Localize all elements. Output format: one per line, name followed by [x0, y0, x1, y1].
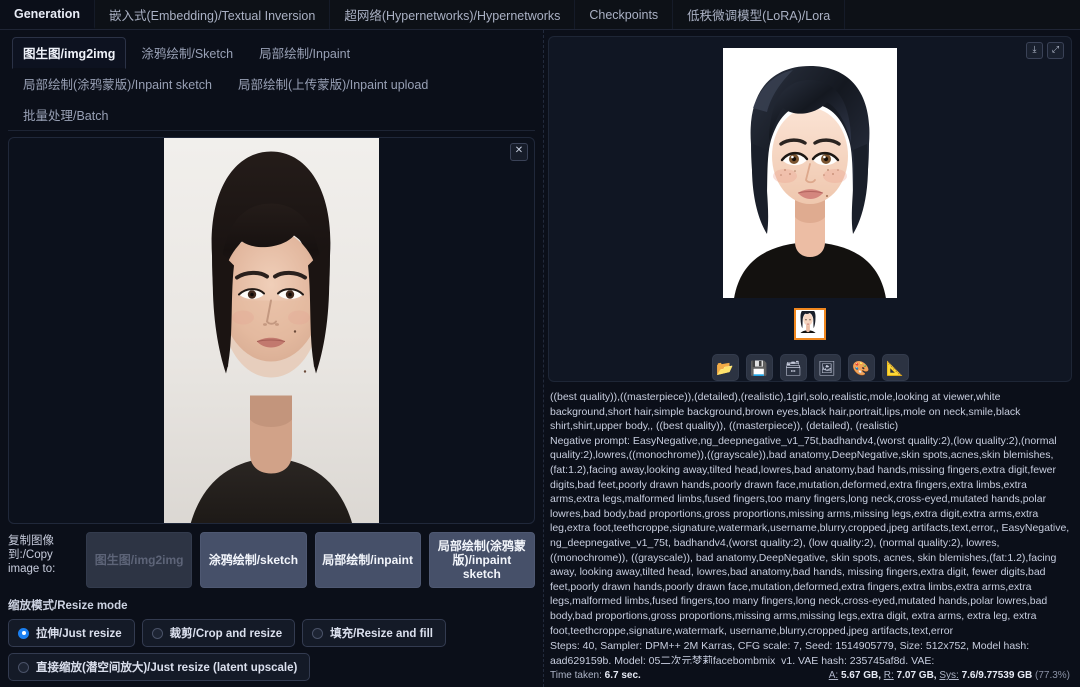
time-taken-label: Time taken:: [550, 670, 602, 681]
subtab-inpaint-upload[interactable]: 局部绘制(上传蒙版)/Inpaint upload: [227, 68, 439, 100]
source-image-dropzone[interactable]: ✕: [8, 137, 535, 524]
top-nav-tab-generation[interactable]: Generation: [0, 0, 95, 29]
close-icon[interactable]: ✕: [510, 143, 528, 161]
top-nav-tab-label: 超网络(Hypernetworks)/Hypernetworks: [344, 9, 561, 23]
folder-icon[interactable]: 📂: [711, 354, 739, 381]
copy-label-line-3: image to:: [8, 563, 56, 575]
generation-info: ((best quality)),((masterpiece)),(detail…: [548, 390, 1072, 664]
prompt-text: ((best quality)),((masterpiece)),(detail…: [550, 391, 1021, 433]
img2img-app: Generation 嵌入式(Embedding)/Textual Invers…: [0, 0, 1080, 687]
radio-dot-icon: [312, 627, 324, 639]
subtab-inpaint-sketch[interactable]: 局部绘制(涂鸦蒙版)/Inpaint sketch: [12, 68, 223, 100]
file-box-icon[interactable]: 🗃: [779, 354, 807, 381]
subtab-batch[interactable]: 批量处理/Batch: [12, 99, 119, 131]
copy-image-to-row: 复制图像 到:/Copy image to: 图生图/img2img 涂鸦绘制/…: [8, 532, 535, 588]
copy-button-cn: 图生图: [94, 553, 131, 567]
resize-option-label: 填充/Resize and fill: [330, 628, 434, 640]
generated-portrait-illustration: [723, 48, 897, 298]
palette-icon[interactable]: 🎨: [847, 354, 875, 381]
fullscreen-icon[interactable]: ⤢: [1047, 42, 1064, 59]
result-gallery: [794, 308, 826, 340]
resize-mode-options-row-2: 直接缩放(潜空间放大)/Just resize (latent upscale): [8, 653, 535, 681]
source-portrait-photo: [164, 138, 379, 523]
system-memory-stats: A: 5.67 GB, R: 7.07 GB, Sys: 7.6/9.77539…: [829, 670, 1070, 681]
stat-sys-percent: (77.3%): [1034, 670, 1070, 681]
right-column: ⤓ ⤢ 📂 💾 🗃 🖼 🎨 📐 ((best quality)),((maste…: [543, 30, 1080, 687]
result-panel: ⤓ ⤢ 📂 💾 🗃 🖼 🎨 📐: [548, 36, 1072, 382]
radio-dot-icon: [151, 627, 163, 639]
stat-a-value: 5.67 GB,: [840, 670, 881, 681]
framed-picture-icon[interactable]: 🖼: [813, 354, 841, 381]
stat-a-label: A:: [828, 670, 839, 681]
subtab-label: 涂鸦绘制/Sketch: [141, 47, 234, 61]
copy-button-cn: 涂鸦绘制: [208, 553, 257, 567]
stat-sys-label: Sys:: [939, 670, 959, 681]
resize-mode-options: 拉伸/Just resize 裁剪/Crop and resize 填充/Res…: [8, 619, 535, 647]
resize-option-label: 拉伸/Just resize: [36, 628, 122, 640]
main-split: 图生图/img2img 涂鸦绘制/Sketch 局部绘制/Inpaint 局部绘…: [0, 30, 1080, 687]
resize-option-crop-and-resize[interactable]: 裁剪/Crop and resize: [141, 619, 296, 647]
top-nav-tab-lora[interactable]: 低秩微调模型(LoRA)/Lora: [673, 0, 846, 29]
radio-dot-icon: [18, 661, 29, 673]
download-icon[interactable]: ⤓: [1026, 42, 1043, 59]
save-icon[interactable]: 💾: [745, 354, 773, 381]
resize-option-latent-upscale[interactable]: 直接缩放(潜空间放大)/Just resize (latent upscale): [8, 653, 311, 681]
top-nav-tab-hypernetworks[interactable]: 超网络(Hypernetworks)/Hypernetworks: [330, 0, 576, 29]
top-nav-tab-label: Generation: [14, 6, 80, 21]
time-taken-value: 6.7 sec.: [604, 670, 641, 681]
subtab-label: 图生图/img2img: [23, 47, 116, 61]
copy-button-en: /inpaint sketch: [462, 553, 512, 581]
resize-option-label: 裁剪/Crop and resize: [169, 628, 283, 640]
img2img-subtabs: 图生图/img2img 涂鸦绘制/Sketch 局部绘制/Inpaint 局部绘…: [8, 37, 535, 131]
copy-label-line-1: 复制图像: [8, 535, 54, 547]
subtab-label: 批量处理/Batch: [23, 109, 109, 123]
copy-button-en: /img2img: [130, 553, 184, 567]
subtab-label: 局部绘制/Inpaint: [259, 47, 351, 61]
copy-to-sketch-button[interactable]: 涂鸦绘制/sketch: [200, 532, 307, 588]
copy-to-inpaint-sketch-button[interactable]: 局部绘制(涂鸦蒙版)/inpaint sketch: [428, 532, 535, 588]
copy-to-inpaint-button[interactable]: 局部绘制/inpaint: [314, 532, 421, 588]
resize-mode-label: 缩放模式/Resize mode: [8, 600, 128, 612]
gallery-thumbnail-1[interactable]: [794, 308, 826, 340]
result-toolbar: ⤓ ⤢: [1026, 42, 1064, 59]
ruler-icon[interactable]: 📐: [881, 354, 909, 381]
copy-button-en: /inpaint: [370, 553, 413, 567]
stat-r-label: R:: [883, 670, 894, 681]
top-nav-tab-checkpoints[interactable]: Checkpoints: [575, 0, 674, 29]
radio-dot-icon: [18, 627, 29, 639]
resize-option-resize-and-fill[interactable]: 填充/Resize and fill: [302, 619, 447, 647]
copy-label-line-2: 到:/Copy: [8, 549, 53, 561]
stat-r-value: 7.07 GB,: [896, 670, 937, 681]
resize-mode-section: 缩放模式/Resize mode 拉伸/Just resize 裁剪/Crop …: [8, 597, 535, 687]
subtab-label: 局部绘制(涂鸦蒙版)/Inpaint sketch: [23, 78, 212, 92]
stat-sys-value: 7.6/9.77539 GB: [961, 670, 1033, 681]
source-image: [9, 138, 534, 523]
resize-option-just-resize[interactable]: 拉伸/Just resize: [8, 619, 135, 647]
top-nav: Generation 嵌入式(Embedding)/Textual Invers…: [0, 0, 1080, 30]
copy-to-img2img-button[interactable]: 图生图/img2img: [86, 532, 193, 588]
generation-parameters-text: Steps: 40, Sampler: DPM++ 2M Karras, CFG…: [550, 640, 1030, 664]
subtab-inpaint[interactable]: 局部绘制/Inpaint: [248, 37, 361, 69]
subtab-img2img[interactable]: 图生图/img2img: [12, 37, 127, 69]
status-footer: Time taken: 6.7 sec. A: 5.67 GB, R: 7.07…: [548, 664, 1072, 683]
copy-button-en: /sketch: [256, 553, 299, 567]
top-nav-tab-label: Checkpoints: [589, 7, 659, 22]
left-column: 图生图/img2img 涂鸦绘制/Sketch 局部绘制/Inpaint 局部绘…: [0, 30, 543, 687]
resize-option-label: 直接缩放(潜空间放大)/Just resize (latent upscale): [36, 662, 298, 674]
copy-image-to-label: 复制图像 到:/Copy image to:: [8, 532, 78, 588]
gallery-thumbnail-image: [797, 311, 819, 333]
subtab-sketch[interactable]: 涂鸦绘制/Sketch: [130, 37, 244, 69]
top-nav-tab-embedding[interactable]: 嵌入式(Embedding)/Textual Inversion: [95, 0, 331, 29]
top-nav-tab-label: 嵌入式(Embedding)/Textual Inversion: [109, 9, 316, 23]
top-nav-tab-label: 低秩微调模型(LoRA)/Lora: [687, 9, 831, 23]
generated-image[interactable]: [723, 48, 897, 298]
copy-button-cn: 局部绘制: [322, 553, 371, 567]
negative-prompt-text: Negative prompt: EasyNegative,ng_deepneg…: [550, 434, 1070, 637]
result-action-iconbar: 📂 💾 🗃 🖼 🎨 📐: [711, 354, 909, 381]
subtab-label: 局部绘制(上传蒙版)/Inpaint upload: [237, 78, 429, 92]
time-taken: Time taken: 6.7 sec.: [550, 670, 641, 681]
